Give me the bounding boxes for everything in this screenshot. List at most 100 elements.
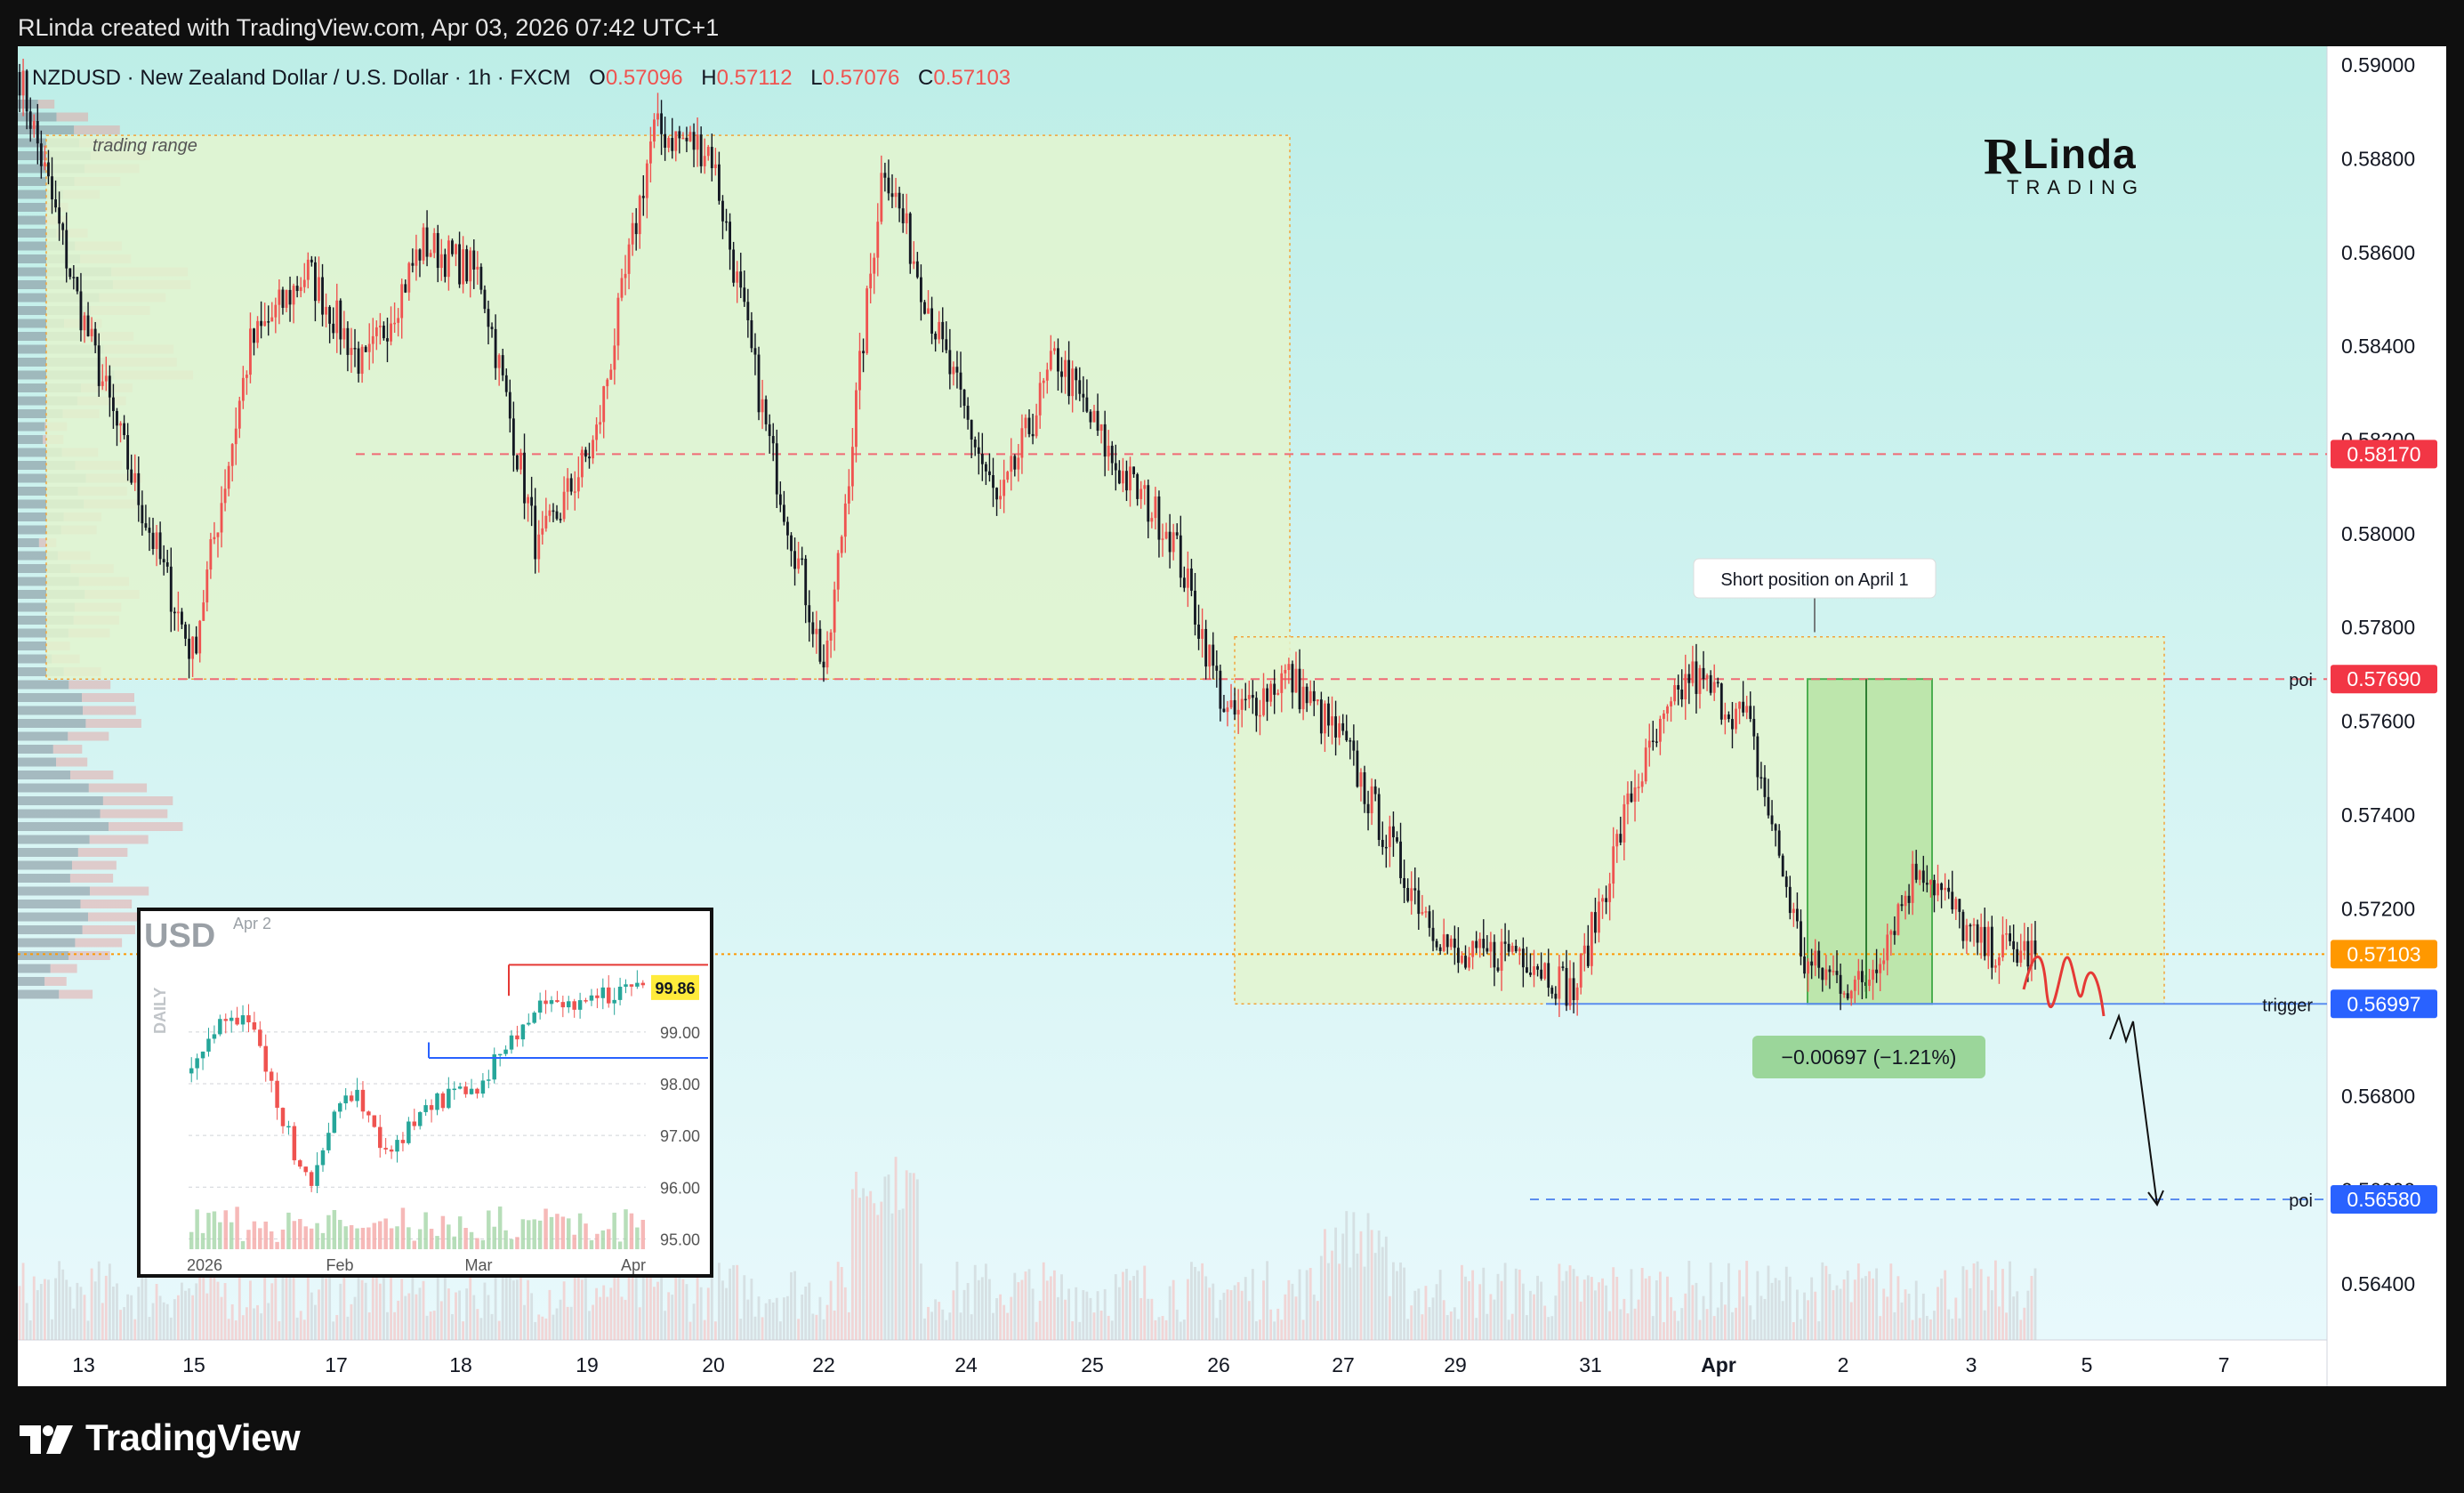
candle-body <box>318 277 320 302</box>
candle-body <box>306 259 310 280</box>
candle-body <box>638 196 641 235</box>
volume-bar <box>1770 1282 1774 1340</box>
inset-ytick: 97.00 <box>660 1127 700 1145</box>
candle-body <box>1716 682 1719 684</box>
candle-body <box>216 532 220 537</box>
volume-bar <box>253 1308 255 1340</box>
candle-body <box>1958 899 1961 912</box>
profile-bar-sell <box>18 860 72 870</box>
profile-bar-sell <box>18 886 90 896</box>
volume-bar <box>858 1198 861 1340</box>
usd-inset-chart[interactable]: USD Apr 2 DAILY 99.00 98.00 97.00 96.00 95.00 20… <box>137 908 713 1278</box>
volume-bar <box>1972 1263 1976 1340</box>
volume-bar <box>328 1272 332 1340</box>
volume-bar <box>984 1263 987 1340</box>
candle-body <box>898 192 901 209</box>
volume-bar <box>1879 1316 1882 1340</box>
volume-bar <box>1986 1276 1990 1340</box>
candle-body <box>141 504 144 524</box>
candle-body <box>126 435 130 470</box>
candle-body <box>1359 772 1363 787</box>
volume-bar <box>1298 1269 1301 1340</box>
inset-volume-bar <box>532 1219 536 1249</box>
candle-body <box>681 137 685 140</box>
volume-bar <box>422 1280 425 1340</box>
inset-volume-bar <box>343 1226 348 1249</box>
candle-body <box>25 70 28 112</box>
candle-body <box>1749 706 1752 719</box>
candle-body <box>634 222 638 235</box>
candle-body <box>1993 965 1997 968</box>
candle-body <box>1373 786 1377 795</box>
inset-volume-bar <box>617 1241 623 1249</box>
candle-body <box>169 566 173 612</box>
symbol-title[interactable]: NZDUSD · New Zealand Dollar / U.S. Dolla… <box>32 66 570 90</box>
candle-body <box>1017 457 1020 470</box>
volume-bar <box>1352 1212 1356 1340</box>
volume-bar <box>584 1268 587 1340</box>
candle-body <box>641 196 645 198</box>
volume-bar <box>1359 1231 1363 1340</box>
candle-body <box>411 262 415 266</box>
profile-bar-sell <box>18 951 69 960</box>
candle-body <box>1377 794 1381 840</box>
candle-body <box>1312 690 1316 702</box>
candle-body <box>1872 969 1874 981</box>
candle-body <box>2019 950 2023 963</box>
candle-body <box>1756 736 1759 778</box>
volume-bar <box>1406 1319 1410 1340</box>
candle-body <box>1143 485 1147 489</box>
profile-bar-sell <box>18 977 45 986</box>
volume-bar <box>1572 1269 1575 1340</box>
candle-body <box>310 259 313 262</box>
volume-bar <box>65 1279 68 1340</box>
candle-body <box>544 515 548 529</box>
volume-bar <box>270 1283 274 1340</box>
volume-bar <box>76 1282 79 1340</box>
candle-body <box>818 628 822 662</box>
candle-body <box>797 558 801 569</box>
volume-bar <box>729 1268 731 1340</box>
candle-body <box>613 345 616 370</box>
inset-volume-bar <box>435 1236 439 1249</box>
profile-bar-buy <box>56 112 89 122</box>
volume-bar <box>451 1313 454 1340</box>
volume-bar <box>1435 1284 1438 1340</box>
volume-bar <box>1944 1270 1947 1340</box>
candle-body <box>1626 793 1630 804</box>
volume-bar <box>1832 1290 1835 1340</box>
volume-bar <box>753 1316 757 1340</box>
chart-panel[interactable]: trading range Short position on April 1 −… <box>18 46 2446 1386</box>
candle-body <box>2026 940 2030 967</box>
inset-price-badge-label: 99.86 <box>655 980 695 997</box>
volume-bar <box>977 1279 980 1340</box>
candle-body <box>1719 683 1723 720</box>
candle-body <box>490 327 494 329</box>
candle-body <box>281 289 285 308</box>
candle-body <box>371 335 374 344</box>
inset-candle-body <box>515 1035 519 1040</box>
candle-body <box>133 472 137 483</box>
inset-candle-body <box>567 1001 571 1008</box>
volume-bar <box>736 1264 739 1340</box>
volume-bar <box>1846 1270 1849 1340</box>
volume-bar <box>1824 1265 1828 1340</box>
inset-candle-body <box>509 1035 514 1050</box>
candle-body <box>1089 411 1092 423</box>
profile-bar-sell <box>18 731 68 741</box>
price-chart[interactable]: trading range Short position on April 1 −… <box>18 46 2446 1386</box>
volume-bar <box>516 1279 519 1340</box>
candle-body <box>880 173 883 222</box>
volume-bar <box>880 1201 883 1340</box>
volume-bar <box>973 1264 977 1340</box>
volume-bar <box>447 1288 450 1340</box>
candle-body <box>382 325 385 339</box>
volume-bar <box>703 1319 706 1340</box>
inset-volume-bar <box>252 1221 257 1249</box>
volume-bar <box>768 1299 771 1340</box>
candle-body <box>927 308 930 314</box>
candle-body <box>1579 953 1582 988</box>
symbol-legend[interactable]: NZDUSD · New Zealand Dollar / U.S. Dolla… <box>32 66 1011 91</box>
candle-body <box>1925 883 1929 885</box>
candle-body <box>504 375 508 392</box>
